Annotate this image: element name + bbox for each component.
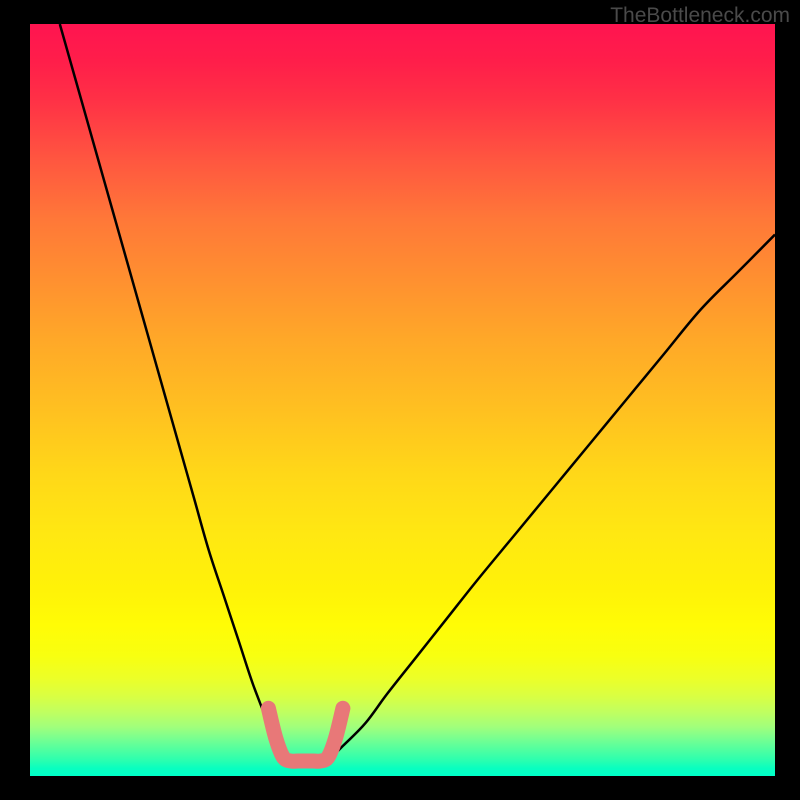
plot-area bbox=[30, 24, 775, 776]
bottleneck-curve-left bbox=[60, 24, 291, 761]
chart-container: TheBottleneck.com bbox=[0, 0, 800, 800]
optimal-zone-marker bbox=[268, 708, 343, 761]
watermark-text: TheBottleneck.com bbox=[610, 4, 790, 28]
bottleneck-curve-right bbox=[328, 235, 775, 761]
chart-svg bbox=[30, 24, 775, 776]
